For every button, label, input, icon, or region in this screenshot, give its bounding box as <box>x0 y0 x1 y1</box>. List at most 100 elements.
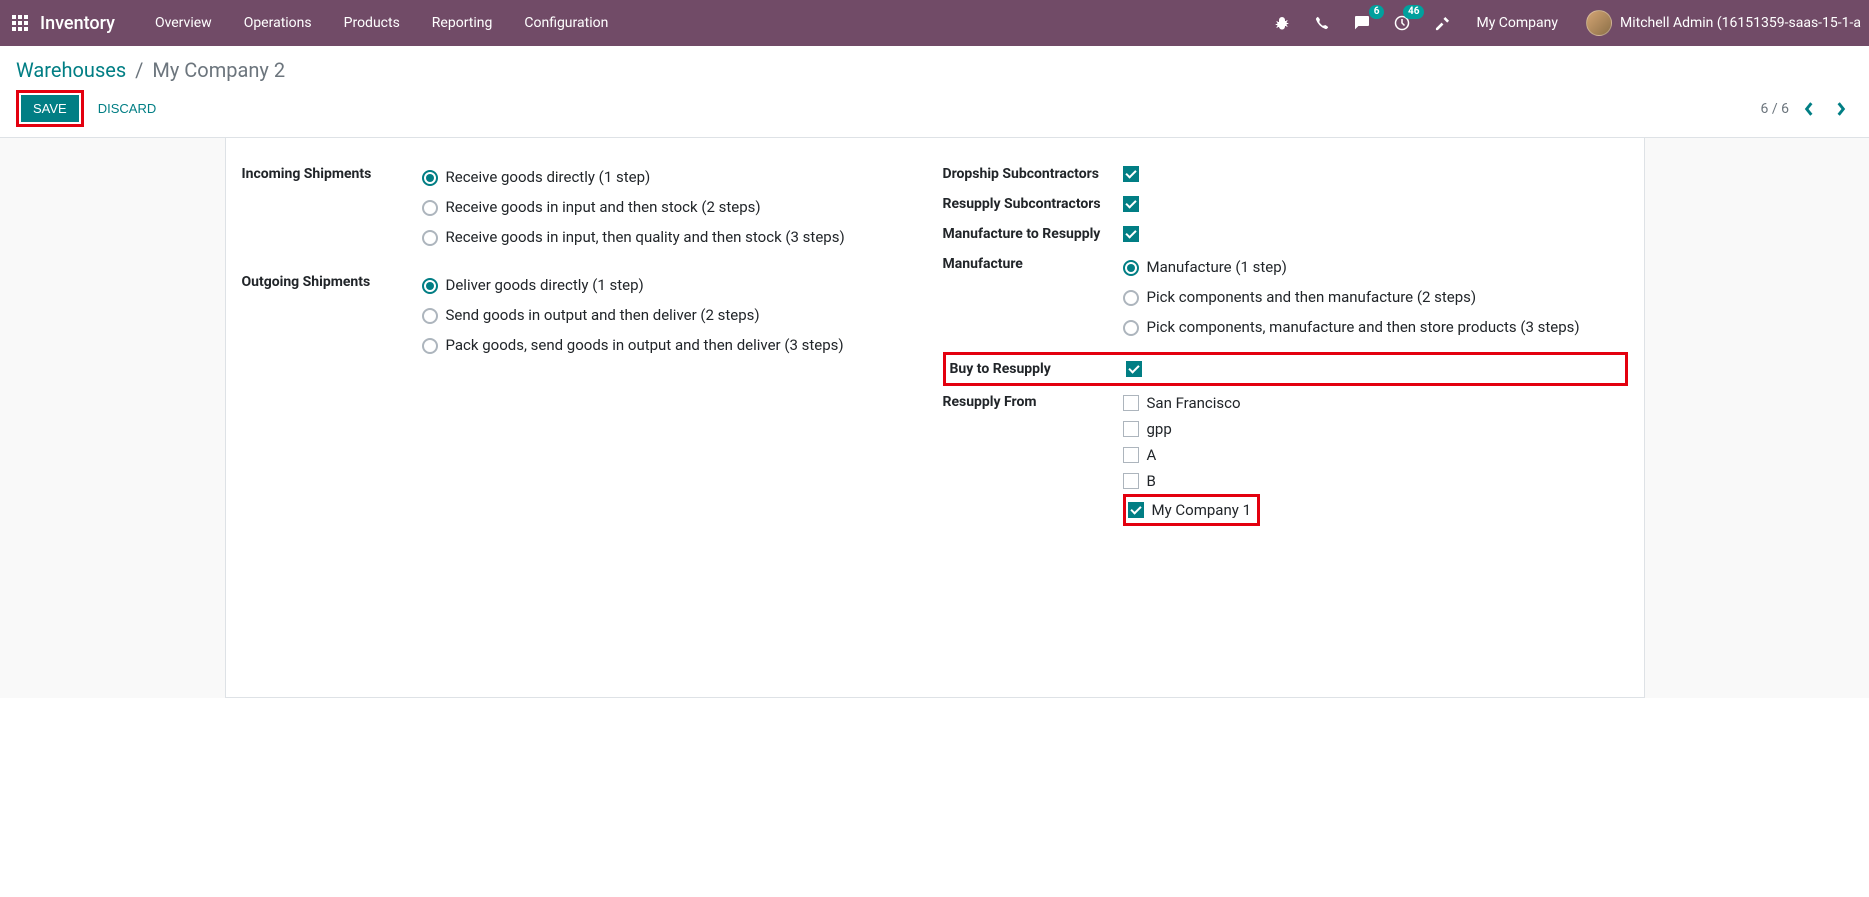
radio-icon <box>422 200 438 216</box>
checkbox-label: B <box>1147 472 1156 490</box>
outgoing-options: Deliver goods directly (1 step) Send goo… <box>422 270 927 360</box>
manufacture-label: Manufacture <box>943 252 1123 272</box>
breadcrumb-sep: / <box>135 58 143 82</box>
pager: 6 / 6 <box>1761 97 1853 121</box>
breadcrumb-parent[interactable]: Warehouses <box>16 58 126 82</box>
debug-icon[interactable] <box>1268 9 1296 37</box>
outgoing-label: Outgoing Shipments <box>242 270 422 290</box>
menu-configuration[interactable]: Configuration <box>508 0 624 46</box>
checkbox-icon <box>1123 473 1139 489</box>
sheet-background: Incoming Shipments Receive goods directl… <box>0 137 1869 698</box>
radio-icon <box>1123 320 1139 336</box>
outgoing-opt-3steps[interactable]: Pack goods, send goods in output and the… <box>422 330 927 360</box>
manufacture-options: Manufacture (1 step) Pick components and… <box>1123 252 1628 342</box>
manuf-resupply-label: Manufacture to Resupply <box>943 222 1123 242</box>
left-column: Incoming Shipments Receive goods directl… <box>242 162 927 532</box>
resupply-from-label: Resupply From <box>943 390 1123 410</box>
radio-label: Manufacture (1 step) <box>1147 258 1287 276</box>
action-buttons: Save Discard <box>16 90 166 127</box>
discard-button[interactable]: Discard <box>88 95 167 122</box>
checkbox-icon <box>1123 166 1139 182</box>
right-column: Dropship Subcontractors Resupply Subcont… <box>943 162 1628 532</box>
checkbox-icon <box>1123 196 1139 212</box>
avatar <box>1586 10 1612 36</box>
messages-icon[interactable]: 6 <box>1348 9 1376 37</box>
radio-icon <box>422 230 438 246</box>
resupply-from-mycompany1[interactable]: My Company 1 <box>1128 499 1252 521</box>
breadcrumb: Warehouses / My Company 2 <box>16 54 1853 90</box>
breadcrumb-current: My Company 2 <box>152 58 285 82</box>
navbar-right: 6 46 My Company Mitchell Admin (16151359… <box>1268 9 1861 37</box>
menu-reporting[interactable]: Reporting <box>416 0 509 46</box>
manuf-resupply-checkbox[interactable] <box>1123 222 1628 246</box>
messages-badge: 6 <box>1369 5 1385 19</box>
resupply-sub-label: Resupply Subcontractors <box>943 192 1123 212</box>
phone-icon[interactable] <box>1308 9 1336 37</box>
radio-icon <box>422 338 438 354</box>
radio-label: Deliver goods directly (1 step) <box>446 276 644 294</box>
checkbox-label: gpp <box>1147 420 1172 438</box>
radio-label: Pick components and then manufacture (2 … <box>1147 288 1477 306</box>
manufacture-opt-1step[interactable]: Manufacture (1 step) <box>1123 252 1628 282</box>
radio-icon <box>422 278 438 294</box>
company-switcher[interactable]: My Company <box>1476 15 1558 31</box>
resupply-sub-checkbox[interactable] <box>1123 192 1628 216</box>
resupply-from-b[interactable]: B <box>1123 468 1628 494</box>
app-brand[interactable]: Inventory <box>40 13 115 34</box>
checkbox-icon <box>1123 447 1139 463</box>
resupply-from-a[interactable]: A <box>1123 442 1628 468</box>
radio-label: Send goods in output and then deliver (2… <box>446 306 760 324</box>
activities-icon[interactable]: 46 <box>1388 9 1416 37</box>
menu-operations[interactable]: Operations <box>228 0 328 46</box>
radio-label: Pick components, manufacture and then st… <box>1147 318 1580 336</box>
tools-icon[interactable] <box>1428 9 1456 37</box>
dropship-checkbox[interactable] <box>1123 162 1628 186</box>
manufacture-opt-2steps[interactable]: Pick components and then manufacture (2 … <box>1123 282 1628 312</box>
highlight-buy-resupply: Buy to Resupply <box>943 352 1628 386</box>
checkbox-icon <box>1123 421 1139 437</box>
save-button[interactable]: Save <box>21 95 79 122</box>
radio-label: Pack goods, send goods in output and the… <box>446 336 844 354</box>
highlight-save: Save <box>16 90 84 127</box>
pager-prev[interactable] <box>1797 97 1821 121</box>
incoming-label: Incoming Shipments <box>242 162 422 182</box>
user-menu[interactable]: Mitchell Admin (16151359-saas-15-1-a <box>1586 10 1861 36</box>
resupply-from-gpp[interactable]: gpp <box>1123 416 1628 442</box>
checkbox-icon <box>1128 502 1144 518</box>
checkbox-icon <box>1126 361 1142 377</box>
top-navbar: Inventory Overview Operations Products R… <box>0 0 1869 46</box>
checkbox-label: My Company 1 <box>1152 501 1252 519</box>
pager-text: 6 / 6 <box>1761 101 1789 117</box>
buy-resupply-checkbox[interactable] <box>1126 357 1621 381</box>
incoming-options: Receive goods directly (1 step) Receive … <box>422 162 927 252</box>
incoming-opt-2steps[interactable]: Receive goods in input and then stock (2… <box>422 192 927 222</box>
radio-label: Receive goods directly (1 step) <box>446 168 651 186</box>
radio-label: Receive goods in input and then stock (2… <box>446 198 761 216</box>
checkbox-icon <box>1123 226 1139 242</box>
radio-label: Receive goods in input, then quality and… <box>446 228 845 246</box>
main-menu: Overview Operations Products Reporting C… <box>139 0 1269 46</box>
resupply-from-sf[interactable]: San Francisco <box>1123 390 1628 416</box>
pager-next[interactable] <box>1829 97 1853 121</box>
checkbox-label: A <box>1147 446 1157 464</box>
menu-products[interactable]: Products <box>328 0 416 46</box>
checkbox-label: San Francisco <box>1147 394 1241 412</box>
radio-icon <box>422 170 438 186</box>
activities-badge: 46 <box>1403 5 1424 19</box>
highlight-my-company-1: My Company 1 <box>1123 494 1261 526</box>
buy-resupply-label: Buy to Resupply <box>950 357 1126 377</box>
checkbox-icon <box>1123 395 1139 411</box>
radio-icon <box>1123 290 1139 306</box>
incoming-opt-1step[interactable]: Receive goods directly (1 step) <box>422 162 927 192</box>
radio-icon <box>1123 260 1139 276</box>
resupply-from-options: San Francisco gpp A B <box>1123 390 1628 526</box>
outgoing-opt-1step[interactable]: Deliver goods directly (1 step) <box>422 270 927 300</box>
manufacture-opt-3steps[interactable]: Pick components, manufacture and then st… <box>1123 312 1628 342</box>
incoming-opt-3steps[interactable]: Receive goods in input, then quality and… <box>422 222 927 252</box>
outgoing-opt-2steps[interactable]: Send goods in output and then deliver (2… <box>422 300 927 330</box>
form-sheet: Incoming Shipments Receive goods directl… <box>225 138 1645 698</box>
menu-overview[interactable]: Overview <box>139 0 228 46</box>
user-name: Mitchell Admin (16151359-saas-15-1-a <box>1620 15 1861 31</box>
apps-icon[interactable] <box>8 11 32 35</box>
dropship-label: Dropship Subcontractors <box>943 162 1123 182</box>
